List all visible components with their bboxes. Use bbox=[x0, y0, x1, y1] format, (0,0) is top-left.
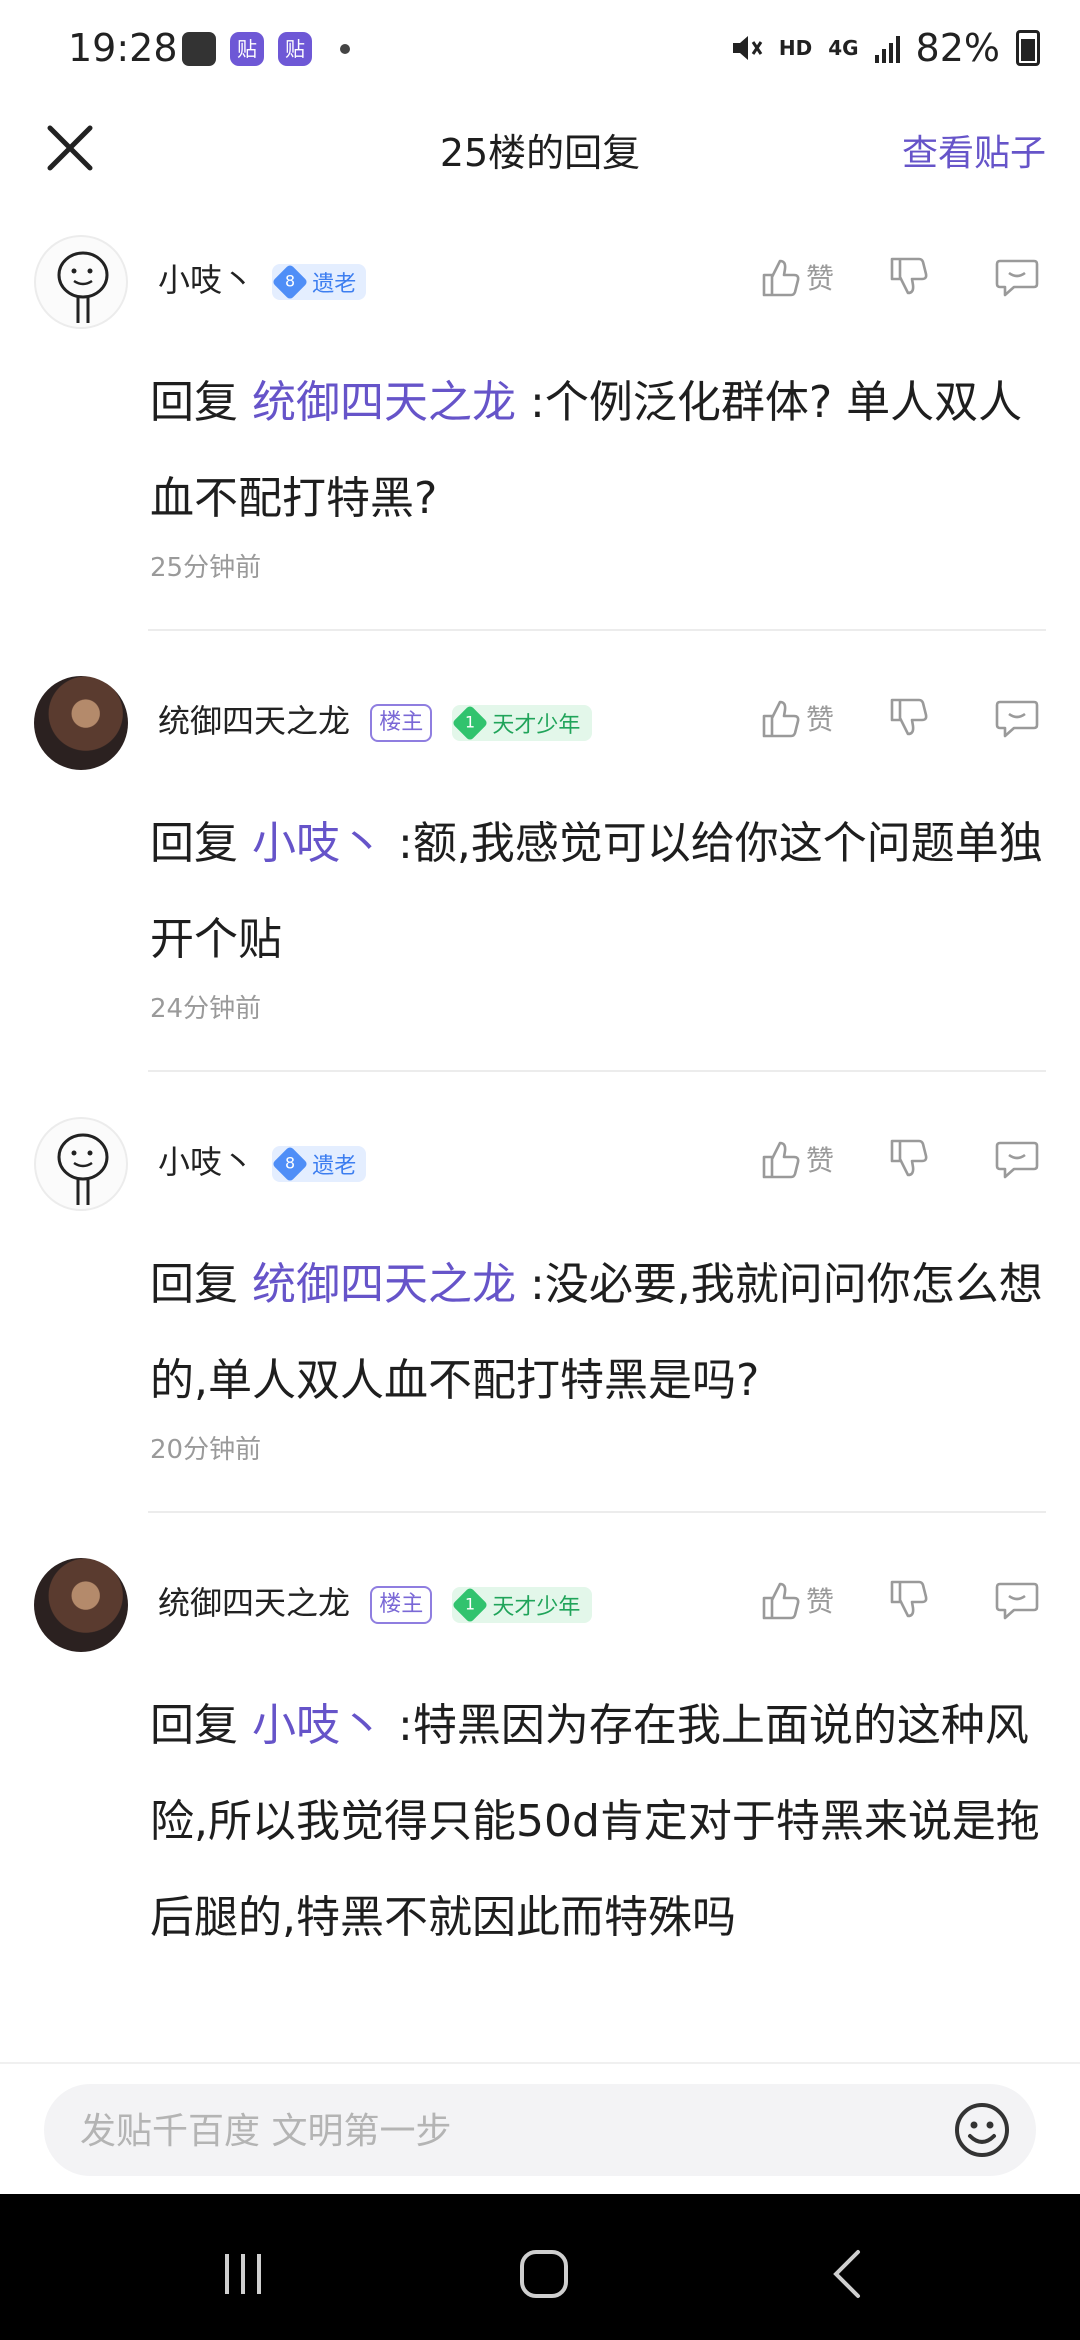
avatar[interactable] bbox=[34, 1558, 128, 1652]
thumbs-up-icon bbox=[762, 259, 800, 297]
doodle-avatar-icon bbox=[57, 1133, 109, 1205]
username[interactable]: 统御四天之龙 bbox=[158, 1584, 350, 1622]
reply-input-bar bbox=[0, 2062, 1080, 2196]
home-icon[interactable] bbox=[514, 2244, 574, 2304]
dislike-button[interactable] bbox=[886, 1137, 930, 1181]
like-label: 赞 bbox=[805, 1585, 834, 1618]
comment-icon bbox=[995, 1582, 1039, 1620]
comment-button[interactable] bbox=[994, 696, 1040, 740]
level-badge: 8 遗老 bbox=[271, 1145, 367, 1183]
comment-body: 回复 统御四天之龙 :个例泛化群体? 单人双人血不配打特黑? bbox=[150, 377, 1023, 524]
comment-button[interactable] bbox=[994, 255, 1040, 299]
dislike-button[interactable] bbox=[886, 1578, 930, 1622]
owner-badge: 楼主 bbox=[370, 1586, 433, 1624]
like-button[interactable]: 赞 bbox=[758, 255, 834, 299]
more-notifications-icon bbox=[340, 44, 350, 54]
gallery-notification-icon bbox=[182, 32, 216, 66]
like-label: 赞 bbox=[805, 1144, 834, 1177]
divider bbox=[148, 1070, 1046, 1072]
hd-indicator: HD bbox=[778, 36, 813, 60]
reply-target-link[interactable]: 统御四天之龙 bbox=[252, 377, 516, 428]
system-navigation-bar bbox=[0, 2194, 1080, 2340]
comment-body: 回复 统御四天之龙 :没必要,我就问问你怎么想的,单人双人血不配打特黑是吗? bbox=[150, 1259, 1043, 1406]
reply-input[interactable] bbox=[78, 2084, 902, 2178]
tieba-notification-icon-2: 贴 bbox=[278, 32, 312, 66]
comment-icon bbox=[995, 1141, 1039, 1179]
divider bbox=[148, 629, 1046, 631]
dislike-button[interactable] bbox=[886, 255, 930, 299]
level-badge: 8 遗老 bbox=[271, 263, 367, 301]
thumbs-down-icon bbox=[890, 698, 928, 736]
comment-body: 回复 小吱丶 :额,我感觉可以给你这个问题单独开个贴 bbox=[150, 818, 1043, 965]
comment-button[interactable] bbox=[994, 1578, 1040, 1622]
like-label: 赞 bbox=[805, 262, 834, 295]
level-badge: 1 天才少年 bbox=[452, 704, 593, 742]
header: 25楼的回复 查看贴子 bbox=[0, 100, 1080, 200]
reply-target-link[interactable]: 小吱丶 bbox=[252, 1700, 384, 1751]
avatar[interactable] bbox=[34, 1117, 128, 1211]
back-icon[interactable] bbox=[818, 2244, 878, 2304]
username[interactable]: 小吱丶 bbox=[158, 1143, 254, 1181]
owner-badge: 楼主 bbox=[370, 704, 433, 742]
doodle-avatar-icon bbox=[57, 251, 109, 323]
like-button[interactable]: 赞 bbox=[758, 1578, 834, 1622]
dislike-button[interactable] bbox=[886, 696, 930, 740]
username[interactable]: 统御四天之龙 bbox=[158, 702, 350, 740]
like-button[interactable]: 赞 bbox=[758, 696, 834, 740]
comment-time: 24分钟前 bbox=[150, 994, 262, 1024]
username[interactable]: 小吱丶 bbox=[158, 261, 254, 299]
comment-body: 回复 小吱丶 :特黑因为存在我上面说的这种风险,所以我觉得只能50d肯定对于特黑… bbox=[150, 1700, 1040, 1943]
signal-icon bbox=[874, 33, 900, 63]
thumbs-up-icon bbox=[762, 1141, 800, 1179]
tieba-notification-icon: 贴 bbox=[230, 32, 264, 66]
thumbs-up-icon bbox=[762, 700, 800, 738]
reply-target-link[interactable]: 统御四天之龙 bbox=[252, 1259, 516, 1310]
network-indicator: 4G bbox=[828, 36, 859, 60]
view-post-link[interactable]: 查看贴子 bbox=[902, 124, 1046, 176]
status-time: 19:28 bbox=[68, 26, 178, 70]
level-badge: 1 天才少年 bbox=[452, 1586, 593, 1624]
avatar[interactable] bbox=[34, 235, 128, 329]
battery-icon bbox=[1016, 30, 1040, 66]
like-label: 赞 bbox=[805, 703, 834, 736]
comment-time: 25分钟前 bbox=[150, 553, 262, 583]
reply-target-link[interactable]: 小吱丶 bbox=[252, 818, 384, 869]
comment-icon bbox=[995, 259, 1039, 297]
recent-apps-icon[interactable] bbox=[213, 2244, 273, 2304]
comment-button[interactable] bbox=[994, 1137, 1040, 1181]
comment-time: 20分钟前 bbox=[150, 1435, 262, 1465]
thumbs-down-icon bbox=[890, 1139, 928, 1177]
thumbs-up-icon bbox=[762, 1582, 800, 1620]
like-button[interactable]: 赞 bbox=[758, 1137, 834, 1181]
emoji-icon[interactable] bbox=[952, 2100, 1012, 2160]
avatar[interactable] bbox=[34, 676, 128, 770]
thumbs-down-icon bbox=[890, 257, 928, 295]
status-bar: 19:28 贴 贴 HD 4G 82% bbox=[0, 0, 1080, 100]
divider bbox=[148, 1511, 1046, 1513]
comment-icon bbox=[995, 700, 1039, 738]
reply-input-box[interactable] bbox=[44, 2084, 1036, 2178]
battery-percent: 82% bbox=[915, 26, 1000, 70]
thumbs-down-icon bbox=[890, 1580, 928, 1618]
mute-icon bbox=[732, 36, 763, 60]
